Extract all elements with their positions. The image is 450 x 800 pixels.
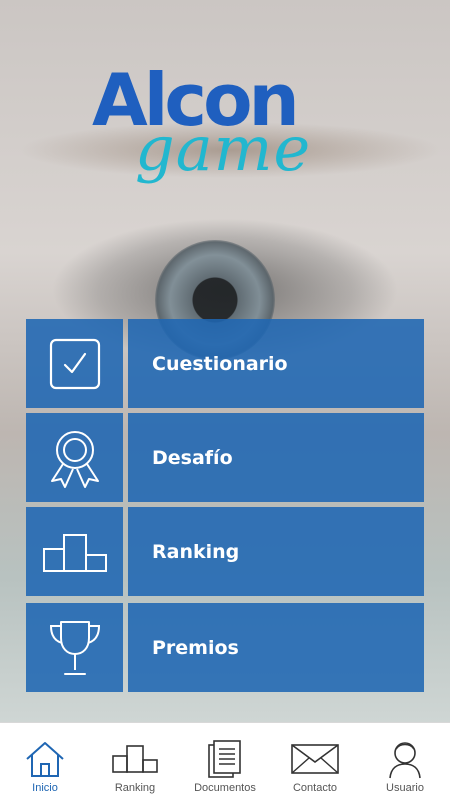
app-logo: Alcon game	[0, 60, 450, 200]
menu-item-ranking[interactable]: Ranking	[26, 507, 424, 596]
checkbox-icon[interactable]	[26, 319, 123, 408]
menu-label: Cuestionario	[152, 352, 288, 375]
tab-label: Inicio	[32, 782, 58, 794]
tab-label: Ranking	[114, 782, 156, 794]
tab-contacto[interactable]: Contacto	[270, 723, 360, 800]
trophy-icon[interactable]	[26, 603, 123, 692]
menu-item-cuestionario[interactable]: Cuestionario	[26, 319, 424, 408]
award-ribbon-icon[interactable]	[26, 413, 123, 502]
premios-button[interactable]: Premios	[128, 603, 424, 692]
menu-label: Premios	[152, 636, 239, 659]
podium-icon	[112, 739, 158, 779]
menu-item-desafio[interactable]: Desafío	[26, 413, 424, 502]
documents-icon	[208, 739, 242, 779]
home-icon	[24, 739, 66, 779]
menu-item-premios[interactable]: Premios	[26, 603, 424, 692]
podium-icon[interactable]	[26, 507, 123, 596]
tab-label: Usuario	[386, 782, 424, 794]
envelope-icon	[291, 739, 339, 779]
tab-label: Contacto	[292, 782, 338, 794]
ranking-button[interactable]: Ranking	[128, 507, 424, 596]
logo-game-text: game	[135, 112, 312, 185]
tab-ranking[interactable]: Ranking	[90, 723, 180, 800]
tab-label: Documentos	[194, 782, 256, 794]
tab-inicio[interactable]: Inicio	[0, 723, 90, 800]
tab-documentos[interactable]: Documentos	[180, 723, 270, 800]
tab-usuario[interactable]: Usuario	[360, 723, 450, 800]
bottom-tab-bar: Inicio Ranking Documentos Contacto Usuar…	[0, 722, 450, 800]
menu-label: Ranking	[152, 540, 240, 563]
menu-label: Desafío	[152, 446, 233, 469]
user-icon	[388, 739, 422, 779]
cuestionario-button[interactable]: Cuestionario	[128, 319, 424, 408]
desafio-button[interactable]: Desafío	[128, 413, 424, 502]
